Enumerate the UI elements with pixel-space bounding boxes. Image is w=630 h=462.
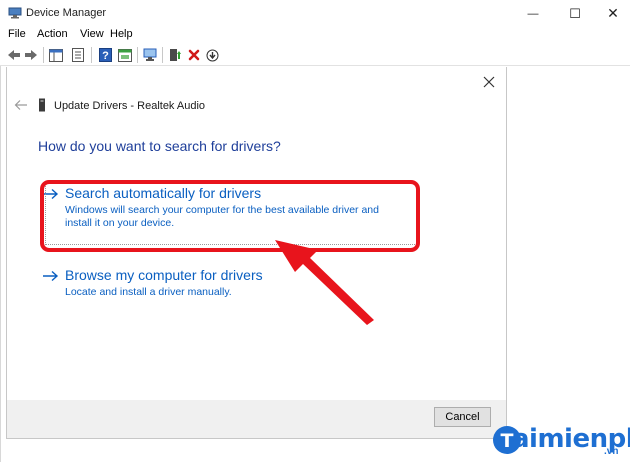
title-bar: Device Manager — ☐ ✕ — [0, 0, 630, 27]
arrow-right-icon — [43, 270, 59, 282]
minimize-icon: — — [527, 7, 539, 20]
scrollbar-strip — [612, 67, 630, 462]
close-window-button[interactable]: ✕ — [590, 0, 630, 27]
menu-action[interactable]: Action — [37, 28, 68, 40]
uninstall-button[interactable] — [186, 47, 202, 63]
minimize-button[interactable]: — — [510, 0, 556, 27]
menu-file[interactable]: File — [8, 28, 26, 40]
update-driver-button[interactable] — [167, 47, 183, 63]
action-pane-icon — [118, 48, 132, 62]
help-icon: ? — [98, 48, 112, 62]
properties-button[interactable] — [70, 47, 86, 63]
audio-device-icon — [39, 98, 45, 112]
svg-text:?: ? — [102, 50, 109, 62]
back-button[interactable] — [6, 47, 22, 63]
toolbar: ? — [0, 44, 630, 66]
scan-hardware-icon — [143, 48, 156, 61]
annotation-arrow-icon — [275, 240, 374, 325]
update-driver-icon — [170, 49, 181, 61]
option-title: Browse my computer for drivers — [65, 267, 263, 283]
scan-hardware-button[interactable] — [142, 47, 158, 63]
disable-device-button[interactable] — [204, 47, 220, 63]
window-title: Device Manager — [26, 7, 107, 19]
cancel-button[interactable]: Cancel — [434, 407, 491, 427]
back-arrow-icon[interactable] — [14, 99, 28, 111]
console-tree-button[interactable] — [48, 47, 64, 63]
action-pane-button[interactable] — [117, 47, 133, 63]
dialog-close-icon[interactable] — [481, 74, 497, 90]
disable-device-icon — [206, 49, 218, 61]
update-drivers-dialog: Update Drivers - Realtek Audio How do yo… — [6, 67, 507, 439]
dialog-heading: How do you want to search for drivers? — [38, 138, 281, 154]
maximize-icon: ☐ — [569, 5, 581, 21]
close-icon: ✕ — [607, 5, 619, 21]
help-button[interactable]: ? — [97, 47, 113, 63]
back-icon — [8, 50, 20, 60]
forward-button[interactable] — [23, 47, 39, 63]
menu-bar: File Action View Help — [0, 27, 630, 44]
uninstall-icon — [188, 49, 200, 61]
console-tree-icon — [49, 48, 63, 62]
dialog-footer: Cancel — [7, 400, 506, 438]
dialog-title: Update Drivers - Realtek Audio — [54, 100, 206, 112]
device-manager-icon — [8, 7, 22, 19]
properties-icon — [72, 48, 84, 62]
menu-view[interactable]: View — [80, 28, 104, 40]
menu-help[interactable]: Help — [110, 28, 133, 40]
watermark-domain: .vn — [604, 446, 619, 457]
forward-icon — [25, 50, 37, 60]
